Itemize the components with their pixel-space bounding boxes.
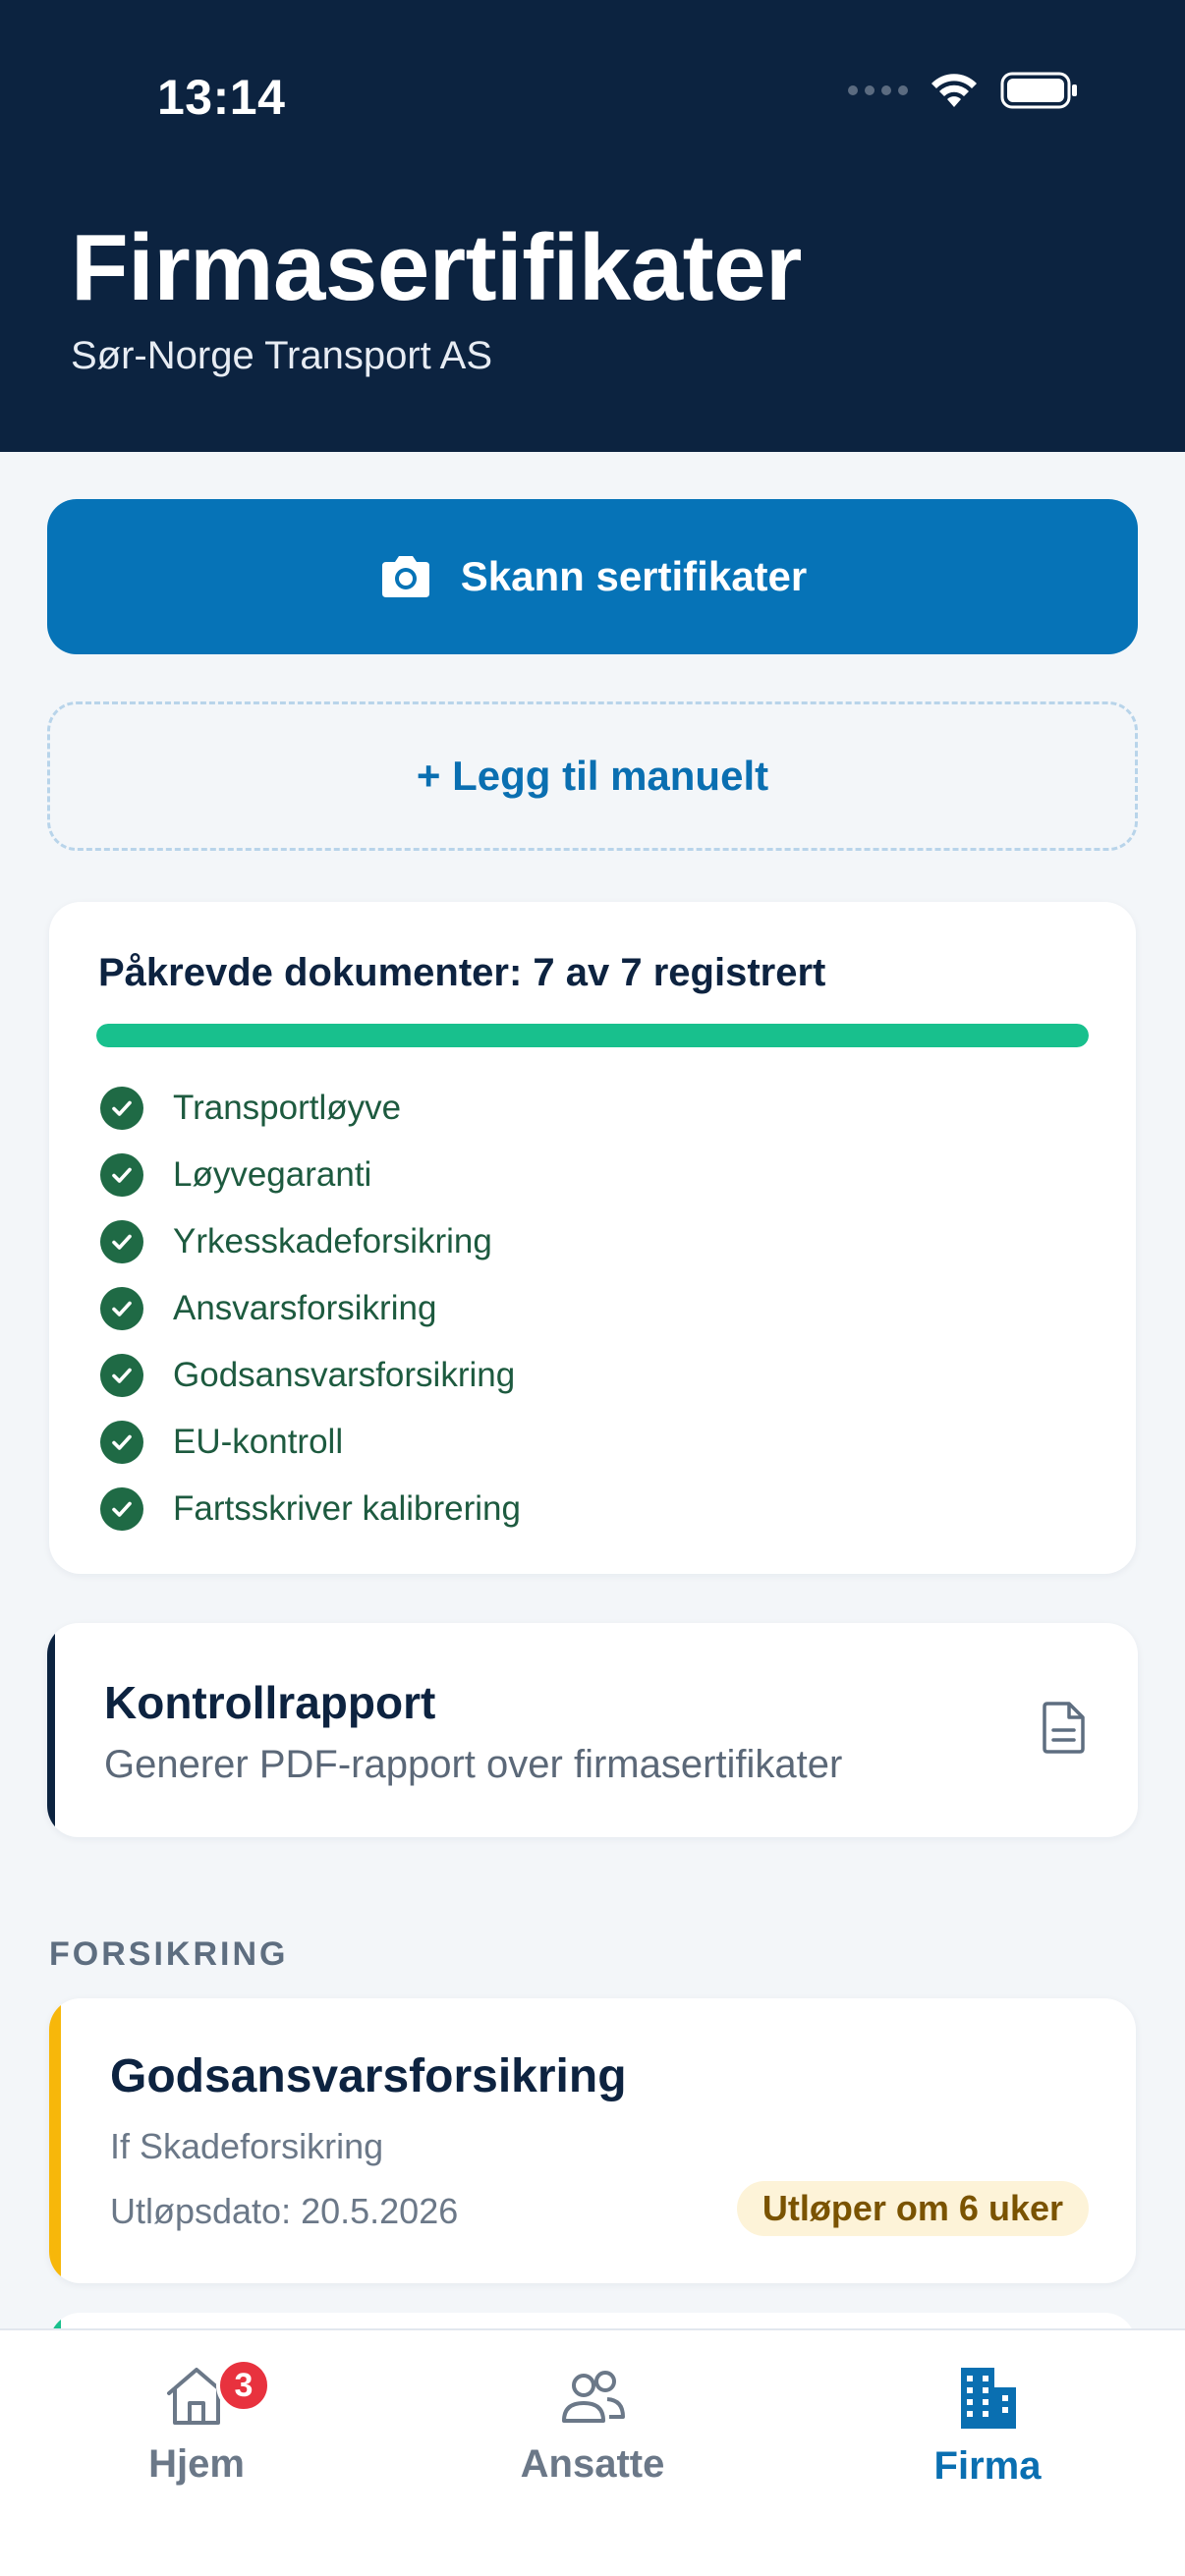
required-document-item: EU-kontroll: [100, 1409, 521, 1476]
check-circle-icon: [100, 1487, 143, 1531]
building-icon: [961, 2368, 1016, 2429]
notification-badge: 3: [216, 2358, 271, 2413]
check-circle-icon: [100, 1220, 143, 1263]
check-circle-icon: [100, 1153, 143, 1197]
tab-employees[interactable]: Ansatte: [445, 2364, 740, 2487]
tab-employees-label: Ansatte: [520, 2442, 665, 2486]
check-circle-icon: [100, 1421, 143, 1464]
required-document-label: Godsansvarsforsikring: [173, 1356, 516, 1394]
page-title: Firmasertifikater: [71, 215, 802, 320]
scan-button-label: Skann sertifikater: [460, 553, 808, 599]
report-subtitle: Generer PDF-rapport over firmasertifikat…: [104, 1743, 843, 1786]
tab-bar: 3 Hjem Ansatte Firma: [0, 2328, 1185, 2576]
required-documents-progress: [96, 1024, 1089, 1047]
add-manually-button[interactable]: + Legg til manuelt: [47, 701, 1138, 851]
status-time: 13:14: [157, 70, 286, 125]
scan-certificates-button[interactable]: Skann sertifikater: [47, 499, 1138, 654]
header: 13:14 Firmasertifikater Sør-Norge Transp…: [0, 0, 1185, 452]
certificate-issuer: If Skadeforsikring: [110, 2126, 384, 2166]
cellular-signal-icon: [848, 85, 908, 95]
tab-home-label: Hjem: [148, 2442, 245, 2486]
users-icon: [562, 2371, 625, 2423]
check-circle-icon: [100, 1287, 143, 1330]
expiry-badge: Utløper om 6 uker: [736, 2181, 1089, 2236]
status-icons: [848, 71, 1079, 110]
required-document-label: Transportløyve: [173, 1089, 402, 1127]
tab-company-label: Firma: [933, 2444, 1042, 2488]
report-title: Kontrollrapport: [104, 1677, 436, 1728]
document-icon: [1043, 1702, 1085, 1754]
required-document-item: Løyvegaranti: [100, 1142, 521, 1208]
certificate-expiry: Utløpsdato: 20.5.2026: [110, 2191, 459, 2231]
certificate-status-bar: [49, 1998, 61, 2283]
wifi-icon: [931, 74, 977, 107]
required-document-label: Ansvarsforsikring: [173, 1289, 437, 1327]
required-document-item: Fartsskriver kalibrering: [100, 1476, 521, 1542]
tab-home[interactable]: 3 Hjem: [49, 2358, 344, 2487]
required-documents-list: Transportløyve Løyvegaranti Yrkesskadefors…: [100, 1075, 521, 1542]
camera-icon: [381, 556, 429, 597]
battery-icon: [1000, 72, 1077, 109]
required-document-label: Yrkesskadeforsikring: [173, 1222, 492, 1260]
required-document-item: Ansvarsforsikring: [100, 1275, 521, 1342]
required-document-label: EU-kontroll: [173, 1423, 344, 1461]
required-document-item: Godsansvarsforsikring: [100, 1342, 521, 1409]
check-circle-icon: [100, 1087, 143, 1130]
report-accent-bar: [47, 1623, 55, 1837]
required-documents-title: Påkrevde dokumenter: 7 av 7 registrert: [98, 951, 826, 994]
certificate-card[interactable]: Godsansvarsforsikring If Skadeforsikring…: [49, 1998, 1136, 2283]
control-report-card[interactable]: Kontrollrapport Generer PDF-rapport over…: [47, 1623, 1138, 1837]
required-documents-card: Påkrevde dokumenter: 7 av 7 registrert T…: [49, 902, 1136, 1574]
required-document-label: Løyvegaranti: [173, 1155, 372, 1194]
required-document-label: Fartsskriver kalibrering: [173, 1489, 521, 1528]
page-subtitle: Sør-Norge Transport AS: [71, 334, 493, 377]
check-circle-icon: [100, 1354, 143, 1397]
certificate-title: Godsansvarsforsikring: [110, 2050, 627, 2102]
required-document-item: Transportløyve: [100, 1075, 521, 1142]
progress-fill: [96, 1024, 1089, 1047]
required-document-item: Yrkesskadeforsikring: [100, 1208, 521, 1275]
tab-company[interactable]: Firma: [840, 2364, 1135, 2489]
section-label-insurance: FORSIKRING: [49, 1935, 289, 1973]
